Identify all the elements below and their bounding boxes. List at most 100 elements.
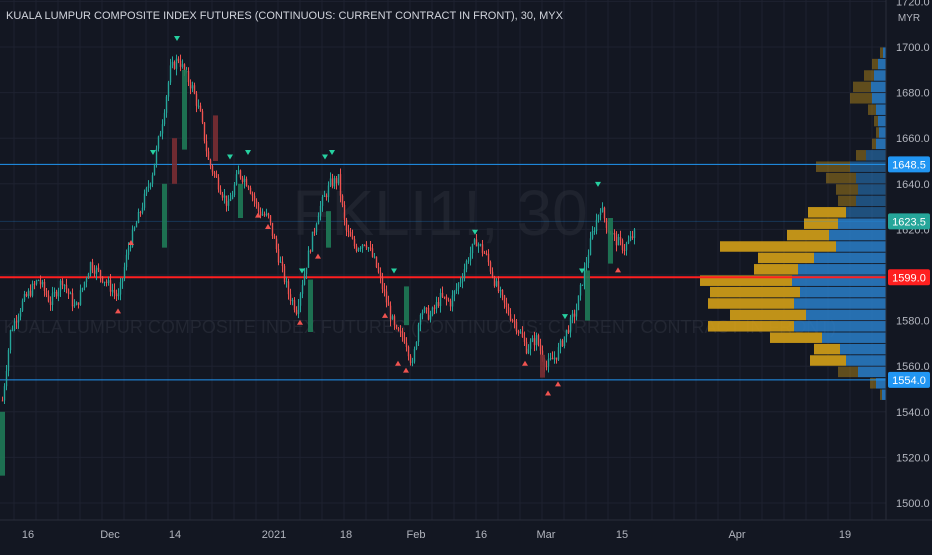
candle-body: [375, 256, 378, 268]
profile-bar-up: [878, 115, 886, 127]
profile-bar-up: [838, 218, 886, 229]
candle-body: [443, 296, 446, 298]
candle-body: [503, 295, 506, 303]
candle-body: [341, 195, 344, 205]
candle-body: [299, 293, 302, 306]
candle-body: [559, 340, 562, 348]
candle-body: [123, 267, 126, 279]
candle-body: [7, 350, 10, 372]
candle-body-highlight: [162, 183, 167, 248]
candle-body: [331, 178, 334, 187]
candle-body: [65, 284, 68, 290]
candle-body: [565, 329, 568, 337]
candle-body: [529, 341, 532, 349]
candle-body: [71, 293, 74, 307]
candle-body: [79, 290, 82, 305]
price-chart[interactable]: FKLI1!, 30 KUALA LUMPUR COMPOSITE INDEX …: [0, 0, 932, 550]
candle-body: [293, 300, 296, 310]
candle-body: [477, 244, 480, 247]
candle-body: [17, 316, 20, 323]
candle-body: [555, 357, 558, 360]
candle-body: [415, 341, 418, 349]
candle-body: [119, 282, 122, 295]
candle-body: [167, 82, 170, 97]
candle-body: [601, 207, 604, 213]
candle-body: [219, 189, 222, 195]
candle-body: [195, 93, 198, 106]
candle-body: [333, 178, 336, 187]
candle-body: [623, 249, 626, 251]
time-tick-label: 15: [616, 529, 628, 541]
profile-bar-up: [794, 298, 886, 309]
candle-body: [505, 302, 508, 308]
candle-body: [105, 281, 108, 283]
candle-body: [35, 280, 38, 285]
candle-body: [279, 261, 282, 263]
candle-body: [425, 307, 428, 309]
candle-body: [329, 178, 332, 186]
candle-body: [115, 293, 118, 297]
time-tick-label: 2021: [262, 529, 286, 541]
candle-body: [243, 178, 246, 183]
candle-body: [53, 291, 56, 294]
price-tick-label: 1560.0: [896, 361, 930, 373]
candle-body: [211, 165, 214, 173]
candle-body: [313, 231, 316, 233]
profile-bar-down: [808, 207, 846, 218]
candle-body: [427, 307, 430, 320]
time-tick-label: 16: [475, 529, 487, 541]
time-tick-label: 16: [22, 529, 34, 541]
profile-bar-up: [876, 138, 886, 150]
profile-bar-up: [876, 104, 886, 115]
candle-body: [11, 330, 14, 332]
price-tick-label: 1680.0: [896, 88, 930, 100]
candle-body: [251, 193, 254, 196]
candle-body: [473, 239, 476, 244]
candle-body: [43, 281, 46, 292]
profile-bar-up: [800, 286, 886, 298]
candle-body: [263, 214, 266, 216]
candle-body: [37, 280, 40, 282]
candle-body: [277, 249, 280, 263]
candle-body: [173, 61, 176, 69]
candle-body: [423, 307, 426, 313]
candle-body: [85, 278, 88, 282]
candle-body: [363, 244, 366, 246]
profile-bar-up: [858, 184, 886, 195]
candle-body: [553, 357, 556, 360]
candle-body: [261, 214, 264, 216]
candle-body: [67, 289, 70, 294]
candle-body-highlight: [540, 354, 545, 378]
candle-body: [239, 170, 242, 178]
chart-root[interactable]: FKLI1!, 30 KUALA LUMPUR COMPOSITE INDEX …: [0, 0, 932, 550]
candle-body-highlight: [326, 211, 331, 248]
candle-body: [613, 233, 616, 235]
candle-body: [467, 260, 470, 262]
profile-bar-up: [872, 93, 886, 104]
candle-body: [389, 305, 392, 320]
candle-body: [437, 302, 440, 307]
profile-bar-down: [814, 343, 840, 355]
candle-body: [513, 320, 516, 322]
candle-body: [539, 344, 542, 351]
candle-body: [229, 198, 232, 201]
candle-body: [549, 358, 552, 360]
candle-body: [1, 400, 4, 402]
candle-body: [81, 287, 84, 291]
candle-body: [397, 327, 400, 331]
candle-body: [327, 185, 330, 198]
time-tick-label: Feb: [407, 529, 426, 541]
candle-body: [83, 281, 86, 288]
candle-body: [147, 186, 150, 189]
profile-bar-down: [836, 184, 858, 195]
time-axis[interactable]: 16 Dec 14 2021 18 Feb 16 Mar 15 Apr 19: [0, 519, 932, 550]
candle-body: [75, 302, 78, 306]
candle-body: [247, 186, 250, 188]
profile-bar-up: [829, 229, 886, 241]
candle-body: [439, 292, 442, 307]
candle-body-highlight: [0, 411, 5, 476]
candle-body: [113, 289, 116, 294]
candle-body: [631, 236, 634, 239]
candle-body: [417, 324, 420, 342]
candle-body: [231, 195, 234, 199]
